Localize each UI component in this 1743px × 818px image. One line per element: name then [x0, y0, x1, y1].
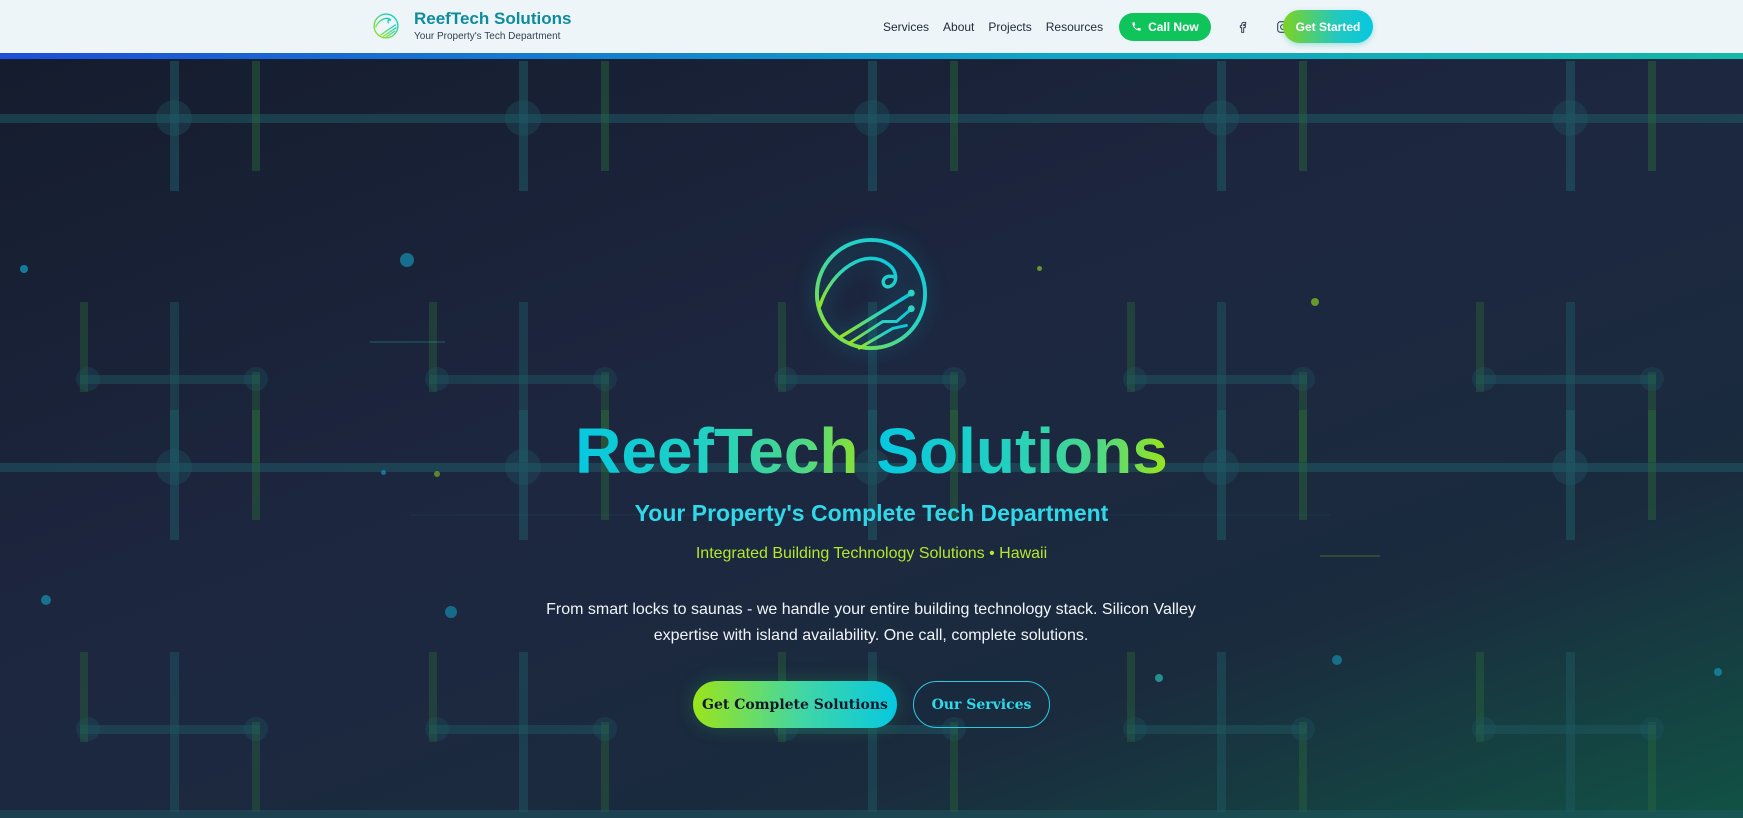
hero-subtitle: Your Property's Complete Tech Department — [634, 500, 1109, 526]
get-started-button[interactable]: Get Started — [1283, 10, 1373, 43]
hero-location: Integrated Building Technology Solutions… — [695, 545, 1048, 562]
call-now-label: Call Now — [1148, 19, 1199, 34]
particle-dot — [1037, 266, 1042, 271]
brand-name: ReefTech Solutions — [414, 9, 572, 28]
nav-services[interactable]: Services — [883, 20, 929, 34]
particle-dot — [1714, 668, 1722, 676]
nav-projects[interactable]: Projects — [988, 20, 1031, 34]
particle-dot — [445, 606, 457, 618]
main-nav: Services About Projects Resources Call N… — [883, 0, 1291, 53]
particle-dot — [20, 265, 28, 273]
hero-description: From smart locks to saunas - we handle y… — [546, 601, 1196, 644]
reef-wave-logo-icon — [814, 237, 928, 351]
reef-logo-icon — [373, 12, 399, 39]
hero-section: ReefTech Solutions Your Property's Compl… — [0, 59, 1743, 818]
hero-title-part2: Solutions — [876, 415, 1168, 487]
site-header: ReefTech Solutions Your Property's Tech … — [0, 0, 1743, 53]
particle-dot — [1332, 655, 1342, 665]
hero-title: ReefTech Solutions — [0, 414, 1743, 488]
particle-dot — [41, 595, 51, 605]
particle-dot — [400, 253, 414, 267]
nav-resources[interactable]: Resources — [1046, 20, 1103, 34]
particle-dot — [1311, 298, 1319, 306]
phone-icon — [1132, 22, 1141, 31]
facebook-icon[interactable] — [1235, 19, 1251, 35]
brand-tagline: Your Property's Tech Department — [414, 31, 561, 42]
nav-about[interactable]: About — [943, 20, 974, 34]
particle-dot — [1155, 674, 1163, 682]
our-services-button[interactable]: Our Services — [913, 681, 1050, 728]
hero-title-part1: ReefTech — [575, 415, 877, 487]
get-complete-solutions-button[interactable]: Get Complete Solutions — [693, 681, 897, 728]
call-now-button[interactable]: Call Now — [1119, 12, 1211, 41]
brand[interactable]: ReefTech Solutions Your Property's Tech … — [372, 9, 571, 42]
